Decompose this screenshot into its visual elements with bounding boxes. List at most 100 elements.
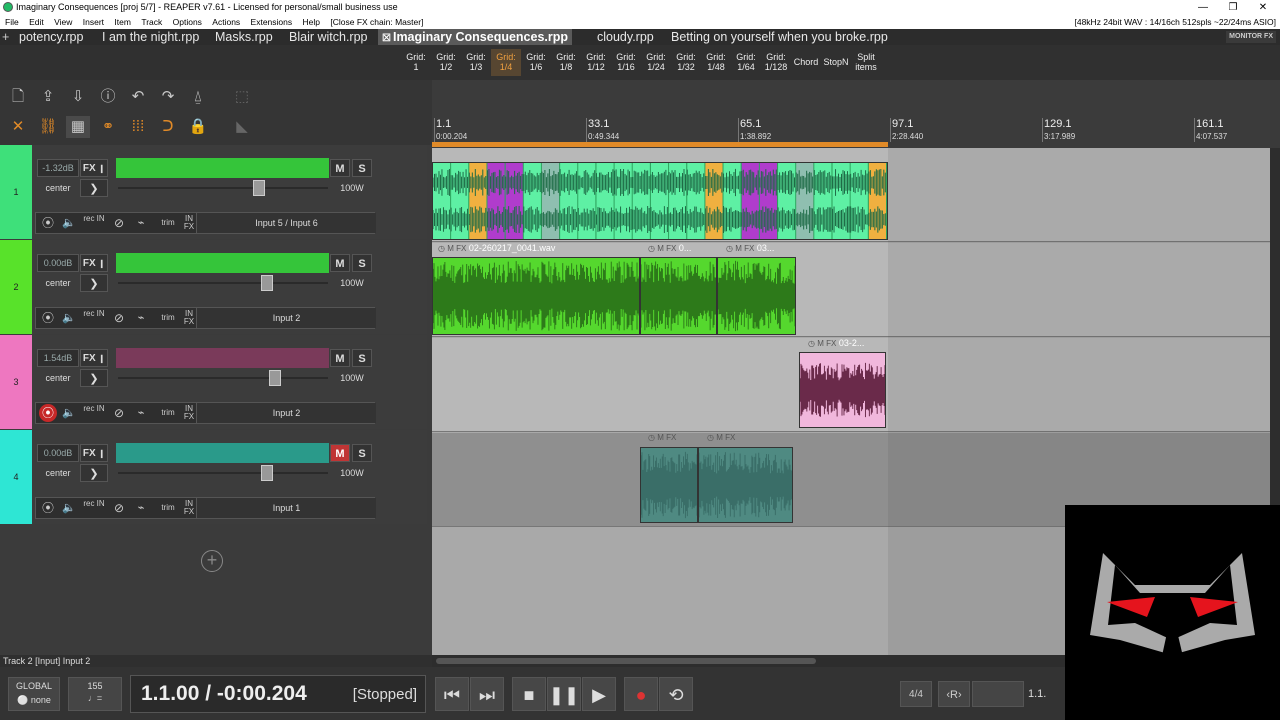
media-item[interactable] [640, 257, 717, 335]
open-project-icon[interactable]: ⇪ [36, 86, 60, 108]
monitor-icon[interactable]: 🔈 [60, 214, 78, 232]
tempo-field[interactable]: 155 ♩= [68, 677, 122, 711]
tab-imaginary-consequences[interactable]: ☒ Imaginary Consequences.rpp [378, 29, 573, 45]
phase-icon[interactable]: ⊘ [110, 309, 128, 327]
marquee-icon[interactable]: ⬚ [230, 86, 254, 108]
snap-grid-icon[interactable]: ▦ [66, 116, 90, 138]
mute-button[interactable]: M [330, 349, 350, 367]
input-fx-button[interactable]: IN FX [182, 214, 196, 232]
menu-view[interactable]: View [51, 15, 75, 29]
fader-knob[interactable] [261, 275, 273, 291]
width-readout[interactable]: 100W [332, 274, 372, 292]
rec-input-button[interactable]: rec IN [82, 214, 106, 232]
loop-points-icon[interactable]: ᑐ [156, 116, 180, 138]
record-arm-icon[interactable]: ⦿ [39, 214, 57, 232]
tab-betting-on-yourself[interactable]: Betting on yourself when you broke.rpp [667, 29, 892, 45]
tab-potency[interactable]: potency.rpp [15, 29, 87, 45]
grid-1-32-button[interactable]: Grid: 1/32 [671, 49, 701, 76]
menu-help[interactable]: Help [300, 15, 323, 29]
track-number[interactable]: 3 [0, 335, 32, 429]
solo-button[interactable]: S [352, 159, 372, 177]
monitor-icon[interactable]: 🔈 [60, 309, 78, 327]
save-project-icon[interactable]: ⇩ [66, 86, 90, 108]
media-item[interactable] [640, 447, 698, 523]
tab-masks[interactable]: Masks.rpp [211, 29, 277, 45]
scroll-thumb[interactable] [436, 658, 816, 664]
input-select[interactable]: Input 2 [196, 308, 376, 328]
menu-insert[interactable]: Insert [80, 15, 107, 29]
item-buttons[interactable]: ◷ M FX [438, 244, 466, 253]
chord-button[interactable]: Chord [791, 49, 821, 76]
monitor-icon[interactable]: 🔈 [60, 404, 78, 422]
close-button[interactable]: ✕ [1248, 0, 1278, 15]
trim-button[interactable]: trim [154, 309, 182, 327]
media-item[interactable] [717, 257, 796, 335]
stop-button[interactable]: ■ [512, 677, 546, 711]
mute-button[interactable]: M [330, 444, 350, 462]
track-header[interactable]: -1.32dB center FX ❙ ❯ M S 100W ⦿ 🔈 rec I… [32, 145, 427, 239]
volume-readout[interactable]: 0.00dB [37, 444, 79, 462]
track-header[interactable]: 0.00dB center FX ❙ ❯ M S 100W ⦿ 🔈 rec IN… [32, 240, 427, 334]
trim-button[interactable]: trim [154, 214, 182, 232]
grid-1-16-button[interactable]: Grid: 1/16 [611, 49, 641, 76]
volume-fader[interactable] [118, 275, 328, 291]
grid-1-4-button[interactable]: Grid: 1/4 [491, 49, 521, 76]
go-to-end-button[interactable]: ⏭ [470, 677, 504, 711]
mute-button[interactable]: M [330, 159, 350, 177]
global-automation-button[interactable]: GLOBAL ⚪ none [8, 677, 60, 711]
width-readout[interactable]: 100W [332, 369, 372, 387]
track-name-field[interactable] [116, 348, 329, 368]
rec-input-button[interactable]: rec IN [82, 404, 106, 422]
region-field[interactable] [972, 681, 1024, 707]
grid-1-8-button[interactable]: Grid: 1/8 [551, 49, 581, 76]
grid-1-12-button[interactable]: Grid: 1/12 [581, 49, 611, 76]
fader-knob[interactable] [253, 180, 265, 196]
region-button[interactable]: ‹R› [938, 681, 970, 707]
position-field[interactable]: 1.1. [1028, 681, 1068, 707]
fx-button[interactable]: FX ❙ [80, 254, 108, 272]
go-to-start-button[interactable]: ⏮ [435, 677, 469, 711]
envelope-icon[interactable]: ⌁ [132, 214, 150, 232]
track-routing-button[interactable]: ❯ [80, 179, 108, 197]
solo-button[interactable]: S [352, 254, 372, 272]
input-select[interactable]: Input 2 [196, 403, 376, 423]
width-readout[interactable]: 100W [332, 464, 372, 482]
volume-fader[interactable] [118, 370, 328, 386]
media-item[interactable] [799, 352, 886, 428]
play-button[interactable]: ▶ [582, 677, 616, 711]
menu-actions[interactable]: Actions [209, 15, 243, 29]
rec-input-button[interactable]: rec IN [82, 309, 106, 327]
timeline-ruler[interactable]: 1.1 0:00.204 33.1 0:49.344 65.1 1:38.892 97.1 2… [432, 80, 1270, 148]
envelope-icon[interactable]: ⌁ [132, 309, 150, 327]
grid-1-48-button[interactable]: Grid: 1/48 [701, 49, 731, 76]
trim-button[interactable]: trim [154, 404, 182, 422]
track-header[interactable]: 1.54dB center FX ❙ ❯ M S 100W ⦿ 🔈 rec IN… [32, 335, 427, 429]
input-select[interactable]: Input 1 [196, 498, 376, 518]
input-fx-button[interactable]: IN FX [182, 404, 196, 422]
fader-knob[interactable] [261, 465, 273, 481]
grid-1-2-button[interactable]: Grid: 1/2 [431, 49, 461, 76]
lock-icon[interactable]: 🔒 [186, 116, 210, 138]
grid-1-button[interactable]: Grid: 1 [401, 49, 431, 76]
volume-fader[interactable] [118, 180, 328, 196]
phase-icon[interactable]: ⊘ [110, 214, 128, 232]
grid-1-3-button[interactable]: Grid: 1/3 [461, 49, 491, 76]
track-3[interactable]: 3 1.54dB center FX ❙ ❯ M S 100W ⦿ 🔈 rec … [0, 335, 427, 429]
menu-close-fx-chain[interactable]: [Close FX chain: Master] [327, 15, 426, 29]
menu-extensions[interactable]: Extensions [248, 15, 296, 29]
track-name-field[interactable] [116, 158, 329, 178]
envelope-icon[interactable]: ⌁ [132, 404, 150, 422]
menu-options[interactable]: Options [170, 15, 205, 29]
envelope-icon[interactable]: ⌁ [132, 499, 150, 517]
phase-icon[interactable]: ⊘ [110, 499, 128, 517]
fx-button[interactable]: FX ❙ [80, 349, 108, 367]
menu-track[interactable]: Track [138, 15, 165, 29]
minimize-button[interactable]: — [1188, 0, 1218, 15]
grid-1-24-button[interactable]: Grid: 1/24 [641, 49, 671, 76]
media-item[interactable] [698, 447, 793, 523]
project-settings-icon[interactable]: ⓘ [96, 86, 120, 108]
time-signature[interactable]: 4/4 [900, 681, 932, 707]
undo-icon[interactable]: ↶ [126, 86, 150, 108]
new-tab-button[interactable]: + [2, 29, 9, 45]
media-item[interactable] [432, 162, 888, 240]
